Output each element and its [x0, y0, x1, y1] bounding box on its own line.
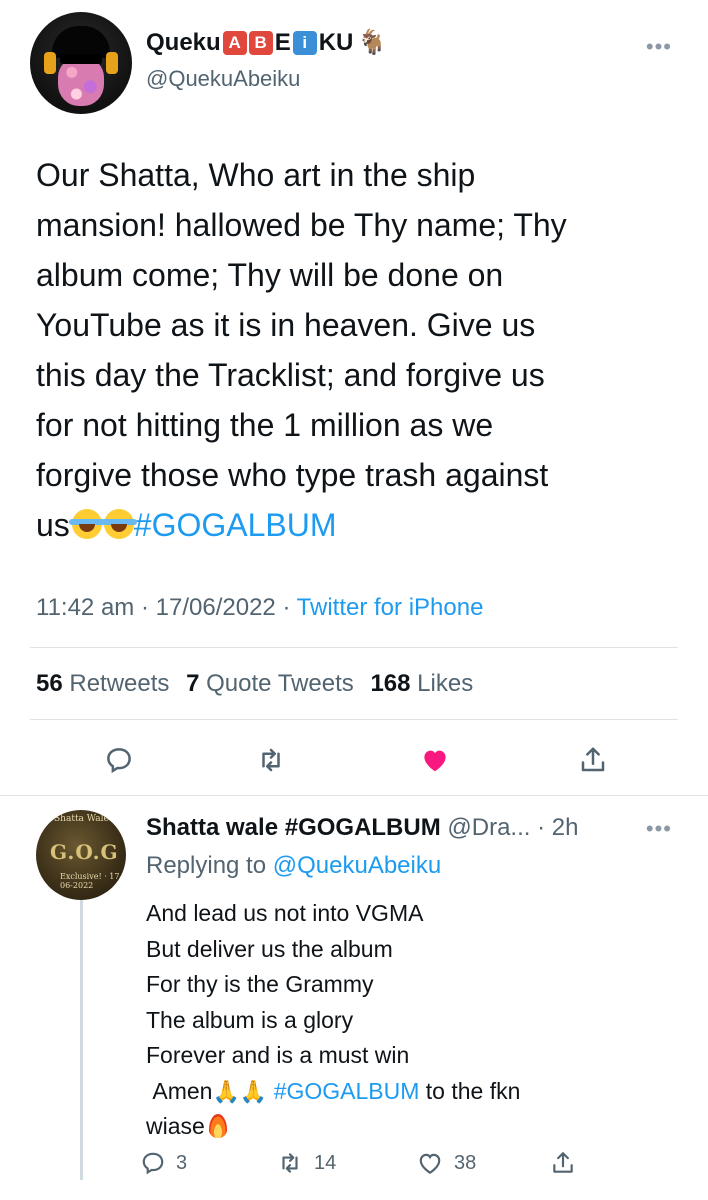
avatar-face [58, 58, 104, 106]
share-button[interactable] [568, 735, 618, 785]
reply-tail-text: to the fkn [425, 1077, 521, 1104]
reply-share-button[interactable] [550, 1150, 576, 1176]
share-icon [581, 747, 605, 772]
reply-line: For thy is the Grammy [146, 971, 374, 997]
letter-i-emoji: i [292, 30, 317, 55]
meta-separator: · [282, 594, 291, 621]
tweet-line: album come; Thy will be done on [36, 257, 504, 293]
retweets-stat[interactable]: 56 Retweets [36, 670, 169, 697]
tweet-text: Our Shatta, Who art in the ship mansion!… [36, 150, 676, 550]
reply-reply-button[interactable]: 3 [140, 1150, 187, 1176]
reply-amen-line: Amen🙏🙏 #GOGALBUM to the fkn [146, 1074, 520, 1110]
reply-last-word: wiase [146, 1113, 205, 1139]
author-display-name[interactable]: Queku A B E i KU 🐐 [146, 28, 387, 57]
tweet-source-link[interactable]: Twitter for iPhone [297, 594, 484, 621]
avatar-caption-mid: G.O.G [50, 840, 119, 864]
more-icon[interactable]: ••• [646, 816, 672, 842]
tweet-line: this day the Tracklist; and forgive us [36, 357, 545, 393]
reply-header: Shatta wale #GOGALBUM @Dra... · 2h [146, 814, 578, 842]
reply-time[interactable]: · 2h [537, 814, 578, 841]
reply-line: But deliver us the album [146, 935, 393, 962]
pray-emoji: 🙏 [212, 1078, 240, 1104]
pray-emoji: 🙏 [239, 1078, 268, 1104]
like-icon [419, 1153, 441, 1175]
retweet-icon [282, 1153, 298, 1173]
tweet-line-text: us [36, 507, 70, 543]
reply-icon [142, 1152, 164, 1175]
reply-action-bar: 3 14 38 [140, 1150, 600, 1186]
laugh-cry-emoji [100, 509, 137, 539]
retweet-count: 14 [314, 1151, 337, 1174]
reply-line: Forever and is a must win [146, 1042, 410, 1068]
reply-text: And lead us not into VGMA But deliver us… [146, 896, 520, 1145]
replying-to: Replying to @QuekuAbeiku [146, 852, 441, 880]
replying-to-link[interactable]: @QuekuAbeiku [273, 852, 441, 879]
divider [30, 719, 678, 720]
more-icon[interactable]: ••• [646, 34, 672, 60]
tweet-line: for not hitting the 1 million as we [36, 407, 494, 443]
tweet-line: mansion! hallowed be Thy name; Thy [36, 207, 567, 243]
laugh-cry-emoji [68, 509, 105, 539]
avatar-caption-bottom: Exclusive! · 17-06-2022 [60, 872, 123, 890]
like-button[interactable] [410, 735, 460, 785]
retweet-icon [262, 748, 280, 772]
author-avatar[interactable] [30, 12, 132, 114]
reply-button[interactable] [94, 735, 144, 785]
author-handle[interactable]: @QuekuAbeiku [146, 66, 300, 92]
letter-a-emoji: A [222, 30, 247, 55]
tweet-time[interactable]: 11:42 am [36, 594, 134, 621]
quote-tweets-stat[interactable]: 7 Quote Tweets [186, 670, 354, 697]
retweet-button[interactable] [246, 735, 296, 785]
tweet-date[interactable]: 17/06/2022 [156, 594, 276, 621]
tweet-line: forgive those who type trash against [36, 457, 549, 493]
replying-prefix: Replying to [146, 852, 267, 879]
letter-b-emoji: B [248, 30, 273, 55]
reply-author-name[interactable]: Shatta wale #GOGALBUM [146, 814, 441, 841]
avatar-headphone-right [106, 52, 118, 74]
avatar-headphone-left [44, 52, 56, 74]
tweet-meta: 11:42 am · 17/06/2022 · Twitter for iPho… [36, 594, 483, 622]
fire-emoji [208, 1114, 227, 1138]
reply-like-button[interactable]: 38 [416, 1150, 476, 1176]
reply-line: And lead us not into VGMA [146, 900, 424, 926]
reply-count: 3 [176, 1151, 188, 1174]
reply-author-avatar[interactable]: Shatta Wale G.O.G Exclusive! · 17-06-202… [36, 810, 126, 900]
like-icon [424, 750, 446, 772]
tweet-line: Our Shatta, Who art in the ship [36, 157, 476, 193]
reply-icon [107, 748, 131, 774]
name-part-1: Queku [146, 28, 221, 56]
thread-line [80, 900, 83, 1180]
like-count: 38 [454, 1151, 477, 1174]
name-part-ku: KU [318, 28, 354, 56]
tweet-last-line: us #GOGALBUM [36, 500, 676, 550]
meta-separator: · [140, 594, 149, 621]
reply-author-handle[interactable]: @Dra... [447, 814, 530, 841]
tweet-header: Queku A B E i KU 🐐 @QuekuAbeiku ••• [0, 0, 708, 120]
likes-stat[interactable]: 168 Likes [370, 670, 473, 697]
avatar-caption-top: Shatta Wale [54, 814, 109, 824]
reply-hashtag-link[interactable]: #GOGALBUM [274, 1078, 420, 1104]
share-icon [553, 1152, 573, 1173]
name-part-e: E [274, 28, 291, 56]
tweet-action-bar [0, 735, 708, 785]
tweet-line: YouTube as it is in heaven. Give us [36, 307, 536, 343]
tweet-stats: 56 Retweets 7 Quote Tweets 168 Likes [36, 670, 473, 698]
reply-retweet-button[interactable]: 14 [276, 1150, 336, 1176]
tweet-hashtag-link[interactable]: #GOGALBUM [134, 507, 337, 543]
avatar-sunglasses [60, 54, 102, 64]
divider [30, 647, 678, 648]
amen-text: Amen [152, 1077, 213, 1104]
goat-emoji: 🐐 [357, 29, 388, 56]
reply-line: The album is a glory [146, 1006, 354, 1033]
section-divider [0, 795, 708, 796]
reply-last-line: wiase [146, 1109, 520, 1145]
